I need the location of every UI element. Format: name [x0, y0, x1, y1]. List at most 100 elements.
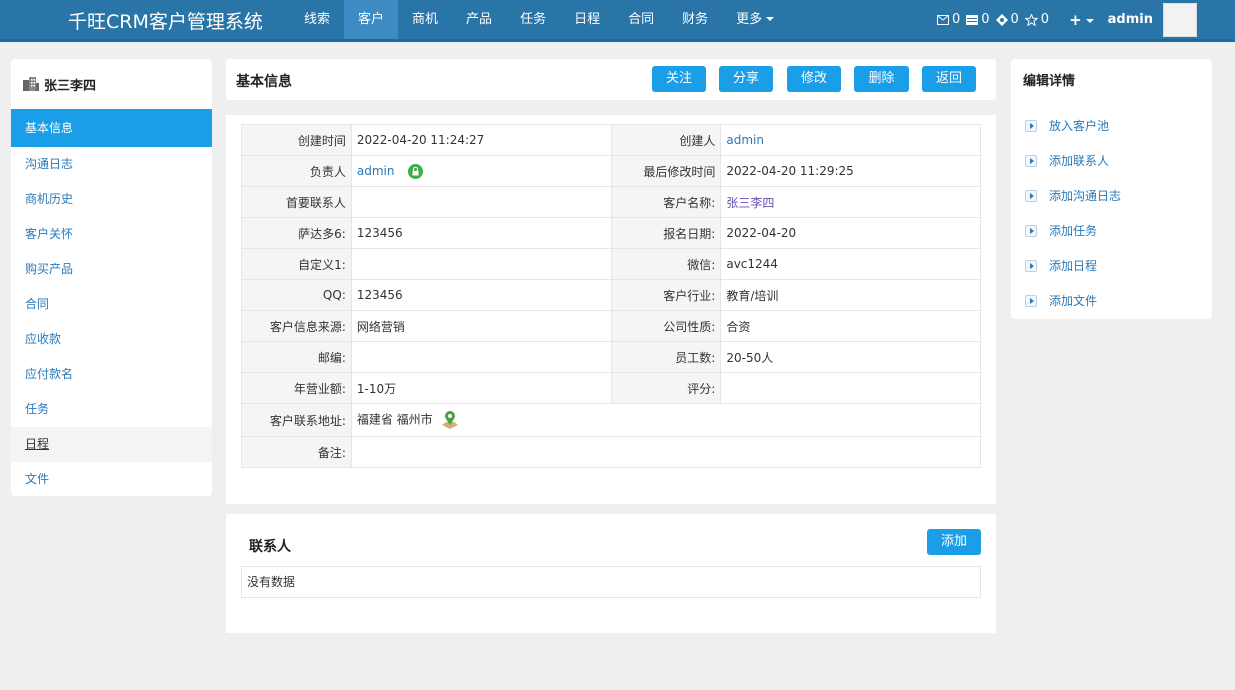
share-button[interactable]: 分享 — [719, 66, 773, 92]
avatar[interactable] — [1163, 2, 1197, 37]
field-label: 客户信息来源: — [241, 310, 352, 342]
lock-icon[interactable] — [408, 163, 424, 179]
edit-details-title: 编辑详情 — [1023, 74, 1076, 89]
chevron-down-icon — [1085, 18, 1094, 23]
action-label: 放入客户池 — [1049, 119, 1110, 133]
sidebar-item-payables[interactable]: 应付款名 — [11, 357, 212, 392]
edit-button[interactable]: 修改 — [787, 66, 841, 92]
section-title: 基本信息 — [236, 74, 292, 90]
sidebar-item-customer-care[interactable]: 客户关怀 — [11, 217, 212, 252]
nav-opportunities[interactable]: 商机 — [398, 0, 452, 39]
star-counter[interactable]: 0 — [1024, 12, 1049, 27]
delete-button[interactable]: 删除 — [854, 66, 909, 92]
action-add-contact[interactable]: 添加联系人 — [1011, 143, 1212, 178]
star-icon — [1024, 13, 1038, 26]
nav-more[interactable]: 更多 — [722, 0, 788, 39]
owner-link[interactable]: admin — [357, 164, 395, 178]
top-right-tools: 0 0 0 0 + admin — [936, 0, 1235, 39]
sidebar-item-contracts[interactable]: 合同 — [11, 287, 212, 322]
follow-button[interactable]: 关注 — [652, 66, 706, 92]
list-counter[interactable]: 0 — [966, 12, 990, 27]
main-nav: 线索 客户 商机 产品 任务 日程 合同 财务 更多 — [290, 0, 788, 39]
field-label: 萨达多6: — [241, 217, 352, 249]
field-label: 自定义1: — [241, 248, 352, 280]
sidebar-item-basic-info[interactable]: 基本信息 — [11, 109, 212, 147]
field-label: 员工数: — [610, 341, 722, 373]
info-panel: 创建时间 2022-04-20 11:24:27 创建人 admin 负责人 a… — [226, 115, 996, 504]
diamond-counter[interactable]: 0 — [995, 12, 1019, 27]
sidebar-item-files[interactable]: 文件 — [11, 462, 212, 497]
action-label: 添加文件 — [1049, 294, 1098, 308]
field-value: 网络营销 — [350, 310, 612, 342]
chevron-down-icon — [766, 17, 775, 21]
map-pin-icon[interactable] — [440, 410, 460, 430]
sidebar-item-tasks[interactable]: 任务 — [11, 392, 212, 427]
add-contact-button[interactable]: 添加 — [927, 529, 981, 555]
field-label: QQ: — [241, 279, 352, 311]
play-icon — [1025, 259, 1037, 272]
field-label: 客户行业: — [610, 279, 722, 311]
field-label: 客户联系地址: — [241, 403, 352, 437]
field-label: 微信: — [610, 248, 722, 280]
right-sidebar: 编辑详情 放入客户池 添加联系人 添加沟通日志 添加任务 添加日程 添加文件 — [1011, 59, 1212, 319]
action-add-schedule[interactable]: 添加日程 — [1011, 248, 1212, 283]
nav-products[interactable]: 产品 — [452, 0, 506, 39]
table-row: 年营业额: 1-10万 评分: — [241, 372, 981, 404]
field-label: 邮编: — [241, 341, 352, 373]
customer-name-link[interactable]: 张三李四 — [726, 196, 774, 210]
brand-title[interactable]: 千旺CRM客户管理系统 — [68, 7, 263, 34]
action-add-task[interactable]: 添加任务 — [1011, 213, 1212, 248]
action-add-file[interactable]: 添加文件 — [1011, 283, 1212, 318]
sidebar-item-schedule[interactable]: 日程 — [11, 427, 212, 462]
left-sidebar: 张三李四 基本信息 沟通日志 商机历史 客户关怀 购买产品 合同 应收款 应付款… — [11, 59, 212, 496]
customer-name-title: 张三李四 — [44, 78, 97, 94]
nav-schedule[interactable]: 日程 — [560, 0, 614, 39]
field-value: 1-10万 — [350, 372, 612, 404]
mail-counter[interactable]: 0 — [936, 12, 960, 27]
nav-leads[interactable]: 线索 — [290, 0, 344, 39]
nav-contracts[interactable]: 合同 — [614, 0, 668, 39]
contacts-title: 联系人 — [249, 539, 291, 555]
play-icon — [1025, 224, 1037, 237]
remarks-value — [350, 436, 982, 468]
table-row: 萨达多6: 123456 报名日期: 2022-04-20 — [241, 217, 981, 249]
field-label: 备注: — [241, 436, 352, 468]
action-add-comm-log[interactable]: 添加沟通日志 — [1011, 178, 1212, 213]
user-menu[interactable]: admin — [1108, 12, 1153, 27]
field-label: 客户名称: — [610, 186, 722, 218]
creator-link[interactable]: admin — [726, 133, 764, 147]
sidebar-item-purchased-products[interactable]: 购买产品 — [11, 252, 212, 287]
field-label: 负责人 — [241, 155, 352, 187]
sidebar-item-receivables[interactable]: 应收款 — [11, 322, 212, 357]
contacts-panel: 联系人 添加 没有数据 — [226, 514, 996, 633]
action-move-to-pool[interactable]: 放入客户池 — [1011, 108, 1212, 143]
play-icon — [1025, 154, 1037, 167]
field-label: 公司性质: — [610, 310, 722, 342]
sidebar-item-opportunity-history[interactable]: 商机历史 — [11, 182, 212, 217]
field-label: 创建人 — [610, 124, 722, 156]
field-label: 报名日期: — [610, 217, 722, 249]
diamond-count: 0 — [1010, 12, 1019, 27]
field-label: 年营业额: — [241, 372, 352, 404]
action-label: 添加任务 — [1049, 224, 1098, 238]
nav-customers[interactable]: 客户 — [344, 0, 399, 39]
nav-finance[interactable]: 财务 — [668, 0, 722, 39]
top-navbar: 千旺CRM客户管理系统 线索 客户 商机 产品 任务 日程 合同 财务 更多 0… — [0, 0, 1235, 42]
add-menu-button[interactable]: + — [1069, 11, 1094, 29]
customer-header: 张三李四 — [11, 59, 212, 109]
field-value: avc1244 — [720, 248, 981, 280]
field-value: 2022-04-20 11:24:27 — [350, 124, 612, 156]
field-value: 123456 — [350, 217, 612, 249]
table-row: 备注: — [241, 436, 982, 468]
field-value: 123456 — [350, 279, 612, 311]
action-label: 添加沟通日志 — [1049, 189, 1122, 203]
table-row: 客户信息来源: 网络营销 公司性质: 合资 — [241, 310, 981, 342]
field-label: 最后修改时间 — [610, 155, 722, 187]
list-count: 0 — [981, 12, 990, 27]
envelope-icon — [936, 14, 949, 25]
back-button[interactable]: 返回 — [922, 66, 976, 92]
nav-tasks[interactable]: 任务 — [506, 0, 560, 39]
action-label: 添加联系人 — [1049, 154, 1110, 168]
nav-more-label: 更多 — [736, 12, 763, 27]
sidebar-item-comm-log[interactable]: 沟通日志 — [11, 147, 212, 182]
